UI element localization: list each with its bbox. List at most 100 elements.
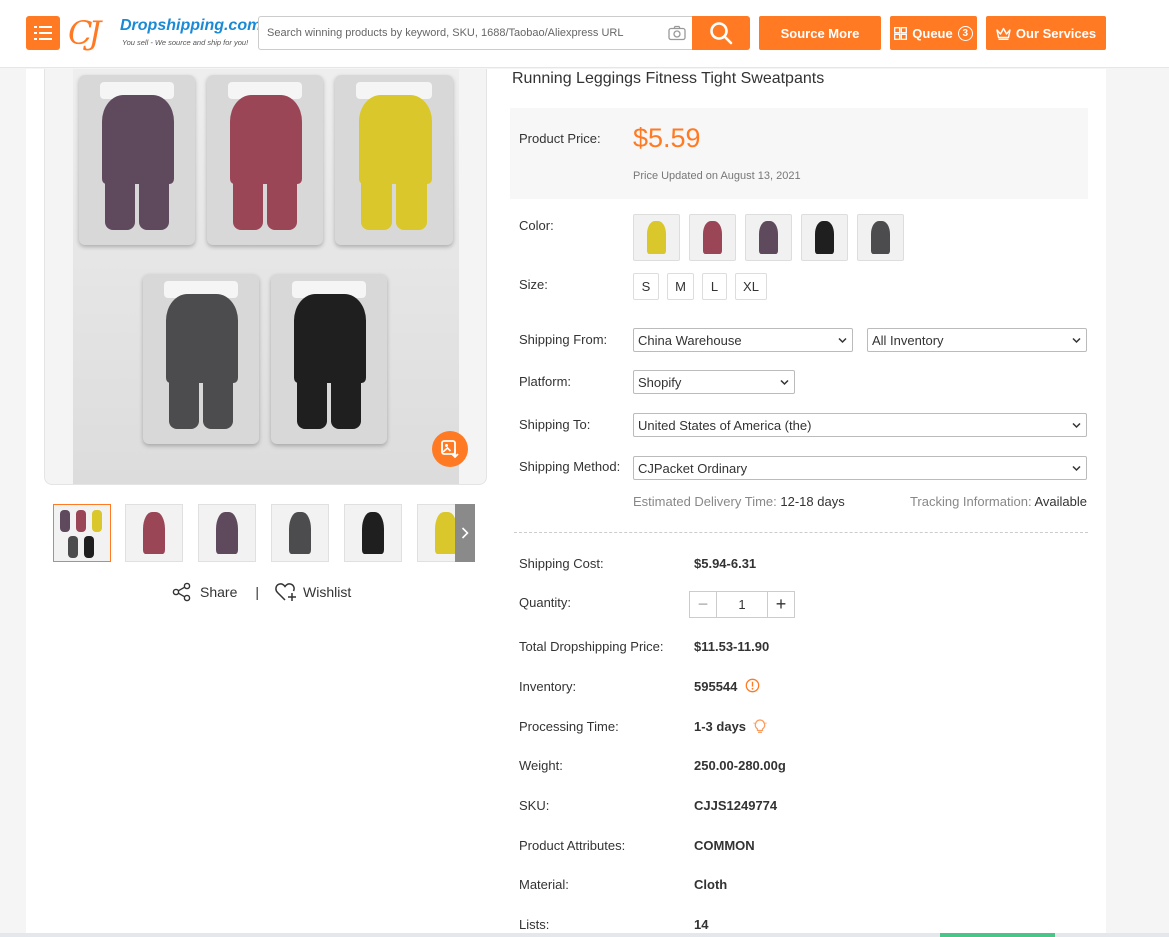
search-button[interactable] [692,16,750,50]
chevron-down-icon [1072,337,1081,344]
thumbnail-item[interactable] [344,504,402,562]
main-product-image[interactable] [44,69,487,485]
price-label: Product Price: [519,131,601,146]
shipping-method-select[interactable]: CJPacket Ordinary [633,456,1087,480]
our-services-label: Our Services [1015,25,1097,41]
lightbulb-icon[interactable] [753,718,767,734]
queue-button[interactable]: Queue 3 [890,16,977,50]
crown-icon [996,27,1011,40]
shipping-cost-label: Shipping Cost: [519,556,604,571]
est-delivery-label: Estimated Delivery Time: [633,494,777,509]
total-price-label: Total Dropshipping Price: [519,639,664,654]
thumbnail-strip [53,504,475,562]
shipping-from-value: China Warehouse [638,332,742,348]
inventory-filter-value: All Inventory [872,332,944,348]
weight-value: 250.00-280.00g [694,758,786,773]
site-logo[interactable]: CJ Dropshipping.com You sell - We source… [68,14,261,52]
color-swatch-yellow[interactable] [633,214,680,261]
grid-icon [894,26,908,40]
shipping-from-select[interactable]: China Warehouse [633,328,853,352]
search-input[interactable] [259,17,659,49]
shipping-to-label: Shipping To: [519,417,591,432]
product-tile-black [271,274,387,444]
lists-label: Lists: [519,917,550,932]
size-option-l[interactable]: L [702,273,727,300]
image-download-icon [441,440,459,459]
heart-plus-icon [275,583,296,601]
logo-tagline: You sell - We source and ship for you! [122,38,249,47]
product-title: Running Leggings Fitness Tight Sweatpant… [512,70,825,87]
alert-circle-icon[interactable] [745,678,760,693]
color-swatch-purple[interactable] [745,214,792,261]
product-tile-purple [79,75,195,245]
search-box [258,16,692,50]
platform-value: Shopify [638,374,682,390]
chevron-right-icon [461,527,469,539]
price-updated-text: Price Updated on August 13, 2021 [633,170,801,182]
inventory-value: 595544 [694,679,738,694]
share-button[interactable]: Share [172,582,237,602]
thumbnail-next-button[interactable] [455,504,475,562]
estimated-delivery: Estimated Delivery Time: 12-18 days [633,494,845,509]
shipping-to-select[interactable]: United States of America (the) [633,413,1087,437]
source-more-button[interactable]: Source More [759,16,881,50]
image-download-button[interactable] [432,431,468,467]
platform-select[interactable]: Shopify [633,370,795,394]
quantity-decrease-button[interactable]: − [690,592,717,617]
our-services-button[interactable]: Our Services [986,16,1106,50]
chevron-down-icon [1072,465,1081,472]
color-swatch-grey[interactable] [857,214,904,261]
wishlist-button[interactable]: Wishlist [275,582,351,602]
queue-label: Queue [912,25,953,41]
size-option-xl[interactable]: XL [735,273,767,300]
shipping-from-label: Shipping From: [519,332,608,347]
share-wishlist-row: Share | Wishlist [172,581,351,603]
chevron-down-icon [780,379,789,386]
chevron-down-icon [1072,422,1081,429]
weight-label: Weight: [519,758,563,773]
inventory-label: Inventory: [519,679,577,694]
thumbnail-item[interactable] [125,504,183,562]
inventory-filter-select[interactable]: All Inventory [867,328,1087,352]
lists-value: 14 [694,917,709,932]
quantity-increase-button[interactable]: + [767,592,794,617]
size-option-m[interactable]: M [667,273,694,300]
color-swatch-black[interactable] [801,214,848,261]
shipping-method-value: CJPacket Ordinary [638,460,748,476]
total-price-value: $11.53-11.90 [694,639,770,654]
color-swatch-rose[interactable] [689,214,736,261]
product-attributes-value: COMMON [694,838,755,853]
camera-icon[interactable] [668,25,686,41]
product-tile-grey [143,274,259,444]
queue-count-badge: 3 [957,25,973,41]
color-label: Color: [519,218,554,233]
shipping-cost-value: $5.94-6.31 [694,556,757,571]
thumbnail-item[interactable] [271,504,329,562]
size-option-s[interactable]: S [633,273,659,300]
shipping-method-label: Shipping Method: [519,459,621,474]
logo-site-name: Dropshipping.com [120,17,262,34]
share-separator: | [255,584,259,600]
processing-time-label: Processing Time: [519,719,619,734]
page-bottom-indicator [940,933,1055,937]
quantity-input[interactable]: 1 [717,592,767,617]
sku-label: SKU: [519,798,550,813]
quantity-label: Quantity: [519,595,572,610]
product-tile-rose [207,75,323,245]
wishlist-label: Wishlist [303,584,352,600]
thumbnail-item[interactable] [198,504,256,562]
thumbnail-item[interactable] [53,504,111,562]
size-label: Size: [519,277,548,292]
site-header: CJ Dropshipping.com You sell - We source… [0,0,1169,68]
product-price: $5.59 [633,123,701,153]
chevron-down-icon [838,337,847,344]
section-divider [514,532,1088,533]
shipping-to-value: United States of America (the) [638,417,812,433]
price-box: Product Price: $5.59 Price Updated on Au… [510,108,1088,199]
search-icon [710,22,733,45]
menu-button[interactable] [26,16,60,50]
material-value: Cloth [694,877,728,892]
share-label: Share [200,584,238,600]
product-tile-yellow [335,75,453,245]
processing-time-value: 1-3 days [694,719,747,734]
